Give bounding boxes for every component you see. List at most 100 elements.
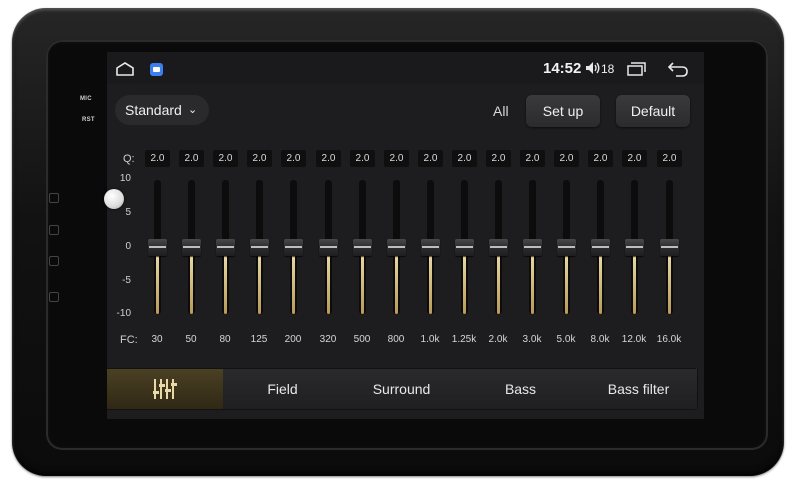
fc-label-value: 16.0k (656, 334, 682, 345)
slider-handle[interactable] (455, 239, 474, 256)
side-back-button[interactable] (49, 292, 59, 302)
y-axis-tick-label: -5 (122, 275, 131, 286)
slider-handle[interactable] (319, 239, 338, 256)
slider-handle[interactable] (625, 239, 644, 256)
q-value-box[interactable]: 2.0 (418, 150, 443, 167)
q-value-box[interactable]: 2.0 (452, 150, 477, 167)
q-value-box[interactable]: 2.0 (316, 150, 341, 167)
preset-label: Standard (125, 102, 182, 118)
y-axis-tick-label: -10 (116, 308, 131, 319)
slider-handle[interactable] (387, 239, 406, 256)
tab-equalizer[interactable] (107, 369, 224, 409)
q-value-box[interactable]: 2.0 (486, 150, 511, 167)
fc-label-value: 5.0k (556, 334, 576, 345)
fc-label-value: 2.0k (488, 334, 508, 345)
toolbar: Standard ⌄ All Set up Default (107, 92, 704, 128)
fc-label-value: 8.0k (590, 334, 610, 345)
slider-handle[interactable] (182, 239, 201, 256)
tab-label: Bass filter (607, 381, 670, 397)
side-volume-down-button[interactable] (49, 256, 59, 266)
tab-bass-filter[interactable]: Bass filter (580, 369, 698, 409)
fc-label-value: 50 (185, 334, 197, 345)
slider-handle[interactable] (557, 239, 576, 256)
slider-fill (599, 255, 602, 314)
q-value-box[interactable]: 2.0 (350, 150, 375, 167)
status-bar: 14:52 18 (107, 52, 704, 84)
slider-handle[interactable] (216, 239, 235, 256)
setup-button[interactable]: Set up (526, 95, 600, 127)
slider-handle[interactable] (148, 239, 167, 256)
q-value-box[interactable]: 2.0 (384, 150, 409, 167)
default-button[interactable]: Default (616, 95, 690, 127)
slider-handle[interactable] (591, 239, 610, 256)
slider-handle[interactable] (284, 239, 303, 256)
slider-fill (395, 255, 398, 314)
tab-bar: Field Surround Bass Enhancement Bass filter (107, 368, 698, 410)
slider-fill (258, 255, 261, 314)
slider-fill (497, 255, 500, 314)
fc-label-value: 30 (151, 334, 163, 345)
chevron-down-icon: ⌄ (188, 104, 198, 116)
slider-fill (633, 255, 636, 314)
slider-handle[interactable] (353, 239, 372, 256)
tab-surround[interactable]: Surround (342, 369, 462, 409)
q-value-box[interactable]: 2.0 (247, 150, 272, 167)
equalizer-icon (152, 379, 177, 399)
q-value-box[interactable]: 2.0 (213, 150, 238, 167)
slider-handle[interactable] (250, 239, 269, 256)
recent-apps-icon[interactable] (627, 62, 647, 76)
app-badge-icon[interactable] (150, 63, 163, 76)
fc-label-value: 1.0k (420, 334, 440, 345)
home-icon[interactable] (115, 62, 135, 76)
slider-fill (565, 255, 568, 314)
preset-dropdown[interactable]: Standard ⌄ (115, 95, 209, 125)
q-value-box[interactable]: 2.0 (179, 150, 204, 167)
screen: 14:52 18 Standard ⌄ All Set up Default Q… (107, 52, 704, 419)
fc-label-value: 500 (353, 334, 371, 345)
back-icon[interactable] (667, 61, 689, 77)
fc-label-value: 200 (284, 334, 302, 345)
y-axis-tick-label: 0 (125, 241, 131, 252)
volume-level: 18 (601, 62, 615, 76)
tab-field[interactable]: Field (223, 369, 343, 409)
rst-label: RST (82, 117, 95, 123)
side-power-button[interactable] (49, 193, 59, 203)
slider-fill (156, 255, 159, 314)
all-label[interactable]: All (493, 103, 509, 119)
y-axis-tick-label: 10 (119, 173, 131, 184)
fc-label-value: 80 (219, 334, 231, 345)
fc-label: FC: (120, 334, 138, 346)
slider-fill (361, 255, 364, 314)
slider-handle[interactable] (660, 239, 679, 256)
mic-label: MIC (80, 96, 92, 102)
q-value-box[interactable]: 2.0 (622, 150, 647, 167)
q-value-box[interactable]: 2.0 (588, 150, 613, 167)
clock: 14:52 (543, 60, 582, 77)
fc-label-value: 800 (387, 334, 405, 345)
tab-bass-enhancement[interactable]: Bass Enhancement (461, 369, 581, 409)
fc-label-value: 320 (319, 334, 337, 345)
fc-label-value: 1.25k (451, 334, 477, 345)
tab-label: Field (267, 381, 298, 397)
fc-label-value: 12.0k (621, 334, 647, 345)
assistive-touch-button[interactable] (104, 189, 124, 209)
slider-fill (429, 255, 432, 314)
slider-fill (292, 255, 295, 314)
slider-handle[interactable] (421, 239, 440, 256)
slider-handle[interactable] (523, 239, 542, 256)
q-value-box[interactable]: 2.0 (281, 150, 306, 167)
side-volume-up-button[interactable] (49, 225, 59, 235)
q-value-box[interactable]: 2.0 (554, 150, 579, 167)
slider-fill (668, 255, 671, 314)
tab-label: Bass Enhancement (504, 381, 537, 397)
slider-fill (224, 255, 227, 314)
fc-label-value: 125 (250, 334, 268, 345)
slider-handle[interactable] (489, 239, 508, 256)
slider-fill (531, 255, 534, 314)
tab-label: Surround (372, 381, 431, 397)
volume-icon[interactable] (585, 61, 601, 75)
q-value-box[interactable]: 2.0 (657, 150, 682, 167)
q-value-box[interactable]: 2.0 (145, 150, 170, 167)
q-value-box[interactable]: 2.0 (520, 150, 545, 167)
slider-fill (463, 255, 466, 314)
